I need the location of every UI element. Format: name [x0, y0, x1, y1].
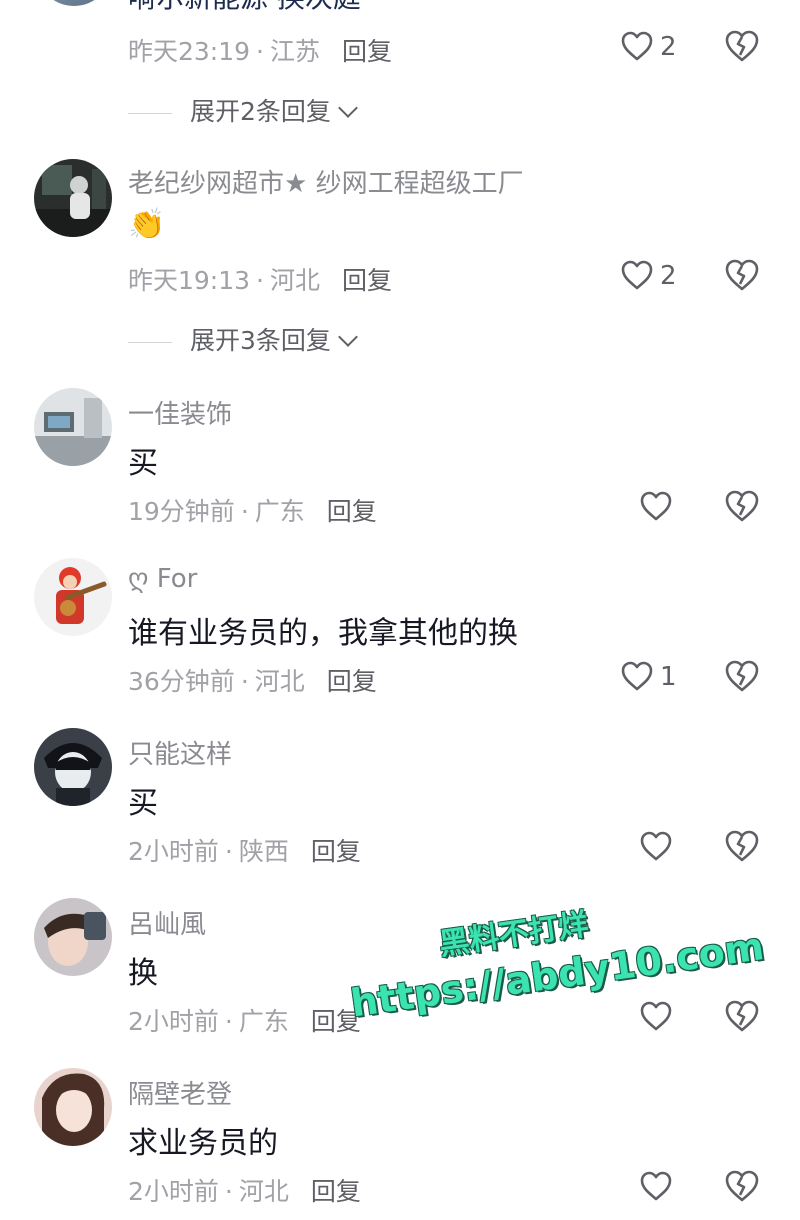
dislike-broken-heart-icon[interactable]	[724, 258, 760, 292]
like-heart-icon[interactable]	[620, 259, 654, 291]
like-heart-icon[interactable]	[639, 490, 673, 522]
avatar-image	[34, 728, 112, 806]
avatar[interactable]	[36, 0, 112, 6]
dislike-broken-heart-icon[interactable]	[724, 829, 760, 863]
reply-button[interactable]: 回复	[327, 497, 377, 526]
separator: ·	[224, 837, 233, 866]
comment-username[interactable]: 老纪纱网超市★ 纱网工程超级工厂	[128, 163, 524, 200]
avatar[interactable]	[34, 898, 112, 976]
like-heart-icon[interactable]	[639, 1170, 673, 1202]
avatar[interactable]	[34, 388, 112, 466]
chevron-down-icon	[338, 98, 358, 118]
avatar-image	[34, 159, 112, 237]
comment-username[interactable]: 隔壁老登	[128, 1074, 232, 1111]
comment-time: 昨天23:19	[128, 37, 251, 66]
comment-meta: 19分钟前 · 广东 回复	[128, 492, 377, 528]
separator: ·	[240, 667, 249, 696]
comment-time: 2小时前	[128, 1007, 219, 1036]
separator: ·	[224, 1177, 233, 1206]
like-heart-icon[interactable]	[620, 660, 654, 692]
like-heart-icon[interactable]	[639, 1000, 673, 1032]
comment-text: 换	[128, 956, 158, 991]
like-heart-icon[interactable]	[620, 30, 654, 62]
comment-meta: 2小时前 · 广东 回复	[128, 1002, 361, 1038]
comment-meta: 2小时前 · 陕西 回复	[128, 832, 361, 868]
divider	[128, 341, 172, 343]
separator: ·	[224, 1007, 233, 1036]
comment-username[interactable]: 只能这样	[128, 734, 232, 771]
comment-location: 陕西	[238, 837, 289, 866]
avatar[interactable]	[34, 728, 112, 806]
like-count: 2	[660, 261, 677, 291]
previous-comment-fragment: 嗬尔新能源 换次庭	[0, 0, 800, 20]
like-heart-icon[interactable]	[639, 830, 673, 862]
comment-location: 河北	[238, 1177, 289, 1206]
avatar-image	[34, 388, 112, 466]
expand-replies-button[interactable]: 展开2条回复	[128, 92, 358, 128]
reply-button[interactable]: 回复	[327, 667, 377, 696]
comment-username[interactable]: 呂屾風	[128, 904, 206, 941]
comment-location: 广东	[238, 1007, 289, 1036]
comment-text: 谁有业务员的，我拿其他的换	[128, 616, 518, 651]
separator: ·	[256, 266, 264, 295]
comment-username[interactable]: ღ For	[128, 564, 197, 594]
comment-text: 买	[128, 446, 158, 481]
reply-button[interactable]: 回复	[311, 1177, 361, 1206]
like-count: 2	[660, 32, 677, 62]
comment-time: 19分钟前	[128, 497, 235, 526]
comment-time: 昨天19:13	[128, 266, 251, 295]
reply-button[interactable]: 回复	[342, 266, 392, 295]
comment-text: 👏	[128, 207, 166, 242]
dislike-broken-heart-icon[interactable]	[724, 659, 760, 693]
separator: ·	[256, 37, 264, 66]
comment-location: 河北	[270, 266, 321, 295]
comment-text: 求业务员的	[128, 1126, 278, 1161]
comment-text: 嗬尔新能源 换次庭	[128, 0, 361, 16]
avatar-image	[34, 898, 112, 976]
avatar-image	[34, 558, 112, 636]
avatar[interactable]	[34, 558, 112, 636]
comment-meta: 昨天23:19 · 江苏 回复	[128, 32, 392, 68]
reply-button[interactable]: 回复	[342, 37, 392, 66]
separator: ·	[240, 497, 249, 526]
dislike-broken-heart-icon[interactable]	[724, 29, 760, 63]
avatar[interactable]	[34, 1068, 112, 1146]
comment-username[interactable]: 一佳装饰	[128, 394, 232, 431]
comment-time: 2小时前	[128, 837, 219, 866]
comment-location: 江苏	[270, 37, 321, 66]
comment-location: 河北	[254, 667, 305, 696]
comment-location: 广东	[254, 497, 305, 526]
dislike-broken-heart-icon[interactable]	[724, 489, 760, 523]
dislike-broken-heart-icon[interactable]	[724, 999, 760, 1033]
avatar-image	[34, 1068, 112, 1146]
like-count: 1	[660, 662, 677, 692]
divider	[128, 112, 172, 114]
expand-replies-label: 展开3条回复	[190, 326, 331, 355]
comment-meta: 昨天19:13 · 河北 回复	[128, 261, 392, 297]
reply-button[interactable]: 回复	[311, 837, 361, 866]
chevron-down-icon	[338, 327, 358, 347]
expand-replies-label: 展开2条回复	[190, 97, 331, 126]
comment-meta: 2小时前 · 河北 回复	[128, 1172, 361, 1208]
comment-text: 买	[128, 786, 158, 821]
comment-time: 2小时前	[128, 1177, 219, 1206]
dislike-broken-heart-icon[interactable]	[724, 1169, 760, 1203]
comment-time: 36分钟前	[128, 667, 235, 696]
expand-replies-button[interactable]: 展开3条回复	[128, 321, 358, 357]
avatar[interactable]	[34, 159, 112, 237]
comment-meta: 36分钟前 · 河北 回复	[128, 662, 377, 698]
